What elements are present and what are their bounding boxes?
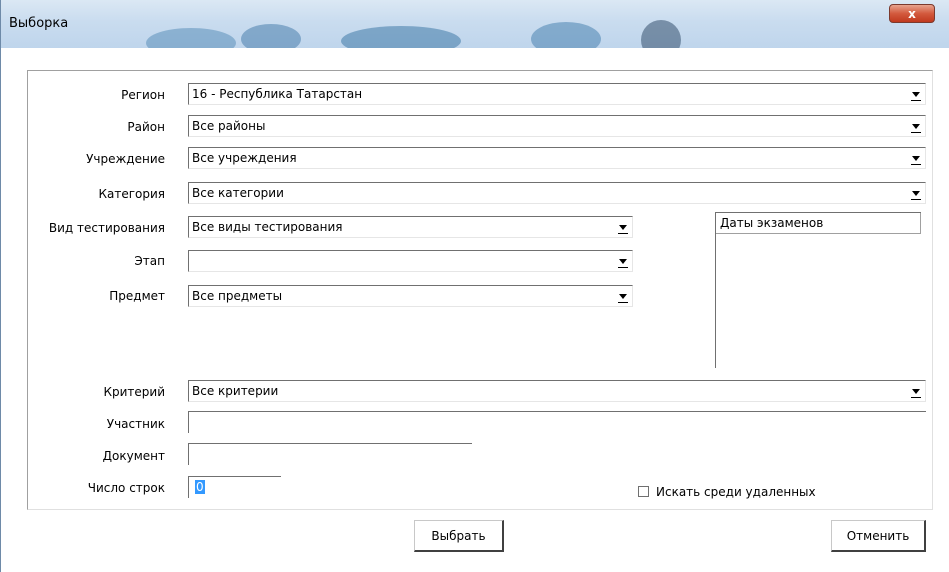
stage-label: Этап	[134, 254, 165, 268]
chevron-down-icon[interactable]	[615, 218, 631, 236]
document-label: Документ	[102, 449, 165, 463]
title-decoration	[641, 20, 681, 48]
district-value: Все районы	[192, 119, 266, 133]
subject-value: Все предметы	[192, 289, 283, 303]
test-type-label: Вид тестирования	[48, 221, 165, 235]
subject-label: Предмет	[109, 289, 165, 303]
criterion-label: Критерий	[103, 385, 165, 399]
test-type-combo[interactable]: Все виды тестирования	[188, 216, 633, 238]
chevron-down-icon[interactable]	[908, 184, 924, 202]
title-decoration	[241, 24, 301, 48]
participant-input[interactable]	[188, 411, 926, 433]
participant-label: Участник	[106, 417, 165, 431]
chevron-down-icon[interactable]	[908, 149, 924, 167]
title-decoration	[531, 22, 601, 48]
chevron-down-icon[interactable]	[908, 117, 924, 135]
row-count-label: Число строк	[87, 481, 165, 495]
title-decoration	[146, 28, 236, 48]
region-combo[interactable]: 16 - Республика Татарстан	[188, 83, 926, 105]
row-count-value: 0	[195, 480, 205, 494]
search-deleted-checkbox[interactable]	[638, 486, 649, 497]
title-decoration	[341, 26, 461, 48]
region-value: 16 - Республика Татарстан	[192, 87, 363, 101]
cancel-button[interactable]: Отменить	[831, 520, 926, 552]
category-combo[interactable]: Все категории	[188, 182, 926, 204]
dialog-window: Выборка x Регион 16 - Республика Татарст…	[0, 0, 949, 572]
chevron-down-icon[interactable]	[615, 287, 631, 305]
exam-dates-header: Даты экзаменов	[716, 213, 921, 234]
window-title: Выборка	[9, 16, 69, 31]
institution-combo[interactable]: Все учреждения	[188, 147, 926, 169]
test-type-value: Все виды тестирования	[192, 220, 343, 234]
chevron-down-icon[interactable]	[908, 85, 924, 103]
search-deleted-label[interactable]: Искать среди удаленных	[656, 485, 816, 499]
criterion-combo[interactable]: Все критерии	[188, 380, 926, 402]
close-icon: x	[908, 7, 916, 21]
institution-label: Учреждение	[86, 152, 165, 166]
category-label: Категория	[98, 187, 165, 201]
criterion-value: Все критерии	[192, 384, 279, 398]
region-label: Регион	[121, 88, 165, 102]
chevron-down-icon[interactable]	[615, 252, 631, 270]
district-combo[interactable]: Все районы	[188, 115, 926, 137]
exam-dates-list[interactable]: Даты экзаменов	[715, 212, 921, 368]
category-value: Все категории	[192, 186, 284, 200]
district-label: Район	[127, 120, 165, 134]
close-button[interactable]: x	[889, 4, 935, 23]
institution-value: Все учреждения	[192, 151, 297, 165]
chevron-down-icon[interactable]	[908, 382, 924, 400]
title-bar[interactable]: Выборка x	[1, 0, 949, 48]
select-button[interactable]: Выбрать	[414, 520, 504, 552]
subject-combo[interactable]: Все предметы	[188, 285, 633, 307]
stage-combo[interactable]	[188, 250, 633, 272]
document-input[interactable]	[188, 443, 472, 465]
row-count-input[interactable]: 0	[188, 476, 281, 498]
